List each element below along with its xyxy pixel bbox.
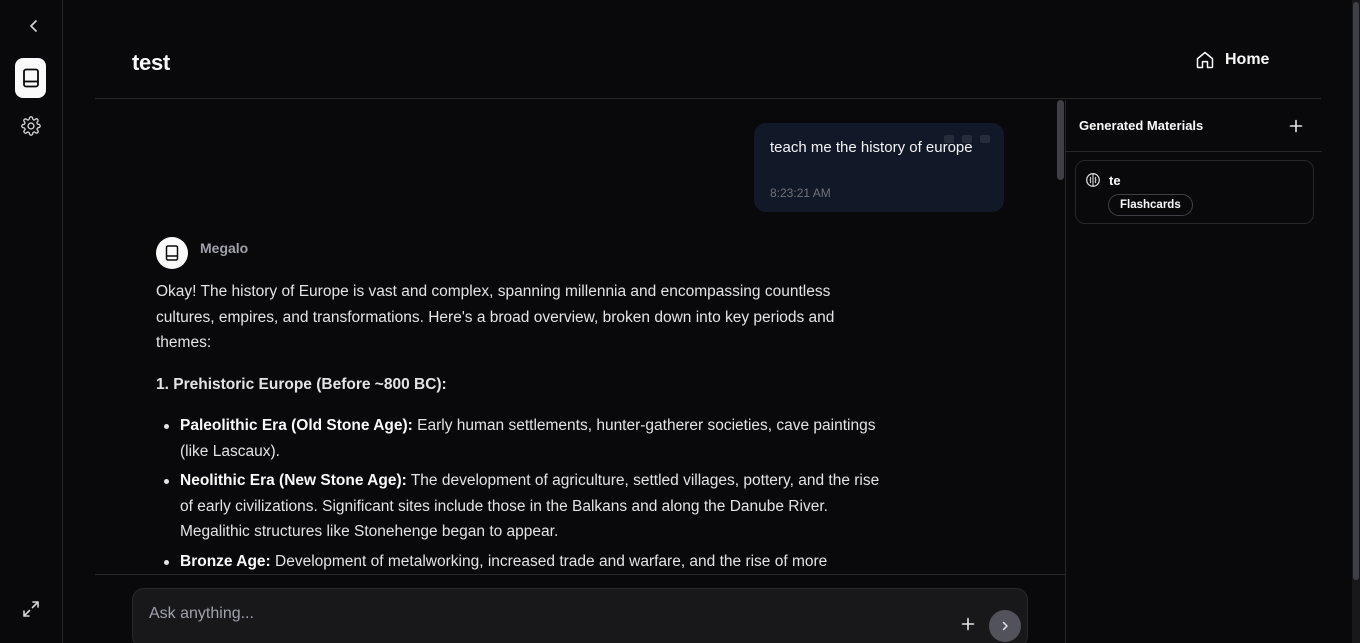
- list-item: Neolithic Era (New Stone Age): The devel…: [164, 468, 881, 545]
- user-message-time: 8:23:21 AM: [770, 186, 831, 200]
- chat-scrollbar[interactable]: [1057, 100, 1064, 180]
- chat-input[interactable]: [149, 603, 929, 625]
- bot-message: Okay! The history of Europe is vast and …: [156, 279, 881, 574]
- materials-header: Generated Materials: [1066, 100, 1322, 152]
- bot-list: Paleolithic Era (Old Stone Age): Early h…: [156, 413, 881, 574]
- composer: [132, 588, 1028, 643]
- expand-icon: [23, 601, 39, 617]
- section-heading: 1. Prehistoric Europe (Before ~800 BC):: [156, 375, 447, 393]
- add-attachment-button[interactable]: [957, 613, 979, 635]
- materials-panel: Generated Materials te Flashcards: [1065, 100, 1322, 643]
- bot-intro: Okay! The history of Europe is vast and …: [156, 283, 835, 351]
- bot-name: Megalo: [200, 240, 249, 256]
- composer-area: [95, 574, 1065, 643]
- page-scrollbar[interactable]: [1352, 0, 1360, 643]
- chat-area: teach me the history of europe 8:23:21 A…: [95, 100, 1055, 574]
- notebook-icon: [165, 245, 179, 261]
- page-header: test Home: [95, 0, 1321, 99]
- user-message: teach me the history of europe 8:23:21 A…: [754, 123, 1004, 212]
- home-button[interactable]: Home: [1195, 50, 1269, 70]
- material-name: te: [1109, 173, 1121, 188]
- home-label: Home: [1225, 51, 1270, 68]
- list-item-term: Paleolithic Era (Old Stone Age):: [180, 417, 413, 434]
- message-actions[interactable]: [944, 135, 990, 143]
- list-item: Paleolithic Era (Old Stone Age): Early h…: [164, 413, 881, 464]
- material-card[interactable]: te Flashcards: [1075, 160, 1314, 224]
- send-button[interactable]: [989, 610, 1021, 642]
- chevron-left-icon: [30, 20, 37, 32]
- page-scrollbar-thumb[interactable]: [1353, 2, 1359, 580]
- plus-icon: [1289, 119, 1303, 133]
- notebook-icon: [22, 68, 39, 88]
- materials-title: Generated Materials: [1079, 118, 1204, 133]
- back-button[interactable]: [22, 14, 46, 38]
- avatar: [156, 237, 188, 269]
- list-item-term: Neolithic Era (New Stone Age):: [180, 472, 407, 489]
- left-rail: [0, 0, 63, 643]
- home-icon: [1196, 51, 1214, 69]
- chevron-right-icon: [1002, 621, 1008, 631]
- list-item-term: Bronze Age:: [180, 552, 271, 570]
- plus-icon: [961, 617, 975, 631]
- notebook-button[interactable]: [15, 58, 46, 98]
- page-title: test: [132, 50, 170, 75]
- app-root: test Home teach me the history of europe…: [0, 0, 1360, 643]
- settings-button[interactable]: [19, 114, 43, 138]
- gear-icon: [21, 116, 41, 136]
- material-type-badge: Flashcards: [1108, 194, 1193, 216]
- expand-button[interactable]: [19, 597, 43, 621]
- add-material-button[interactable]: [1285, 115, 1307, 137]
- brain-icon: [1086, 173, 1100, 187]
- list-item-text: Development of metalworking, increased t…: [270, 552, 828, 570]
- list-item: Bronze Age: Development of metalworking,…: [164, 549, 881, 575]
